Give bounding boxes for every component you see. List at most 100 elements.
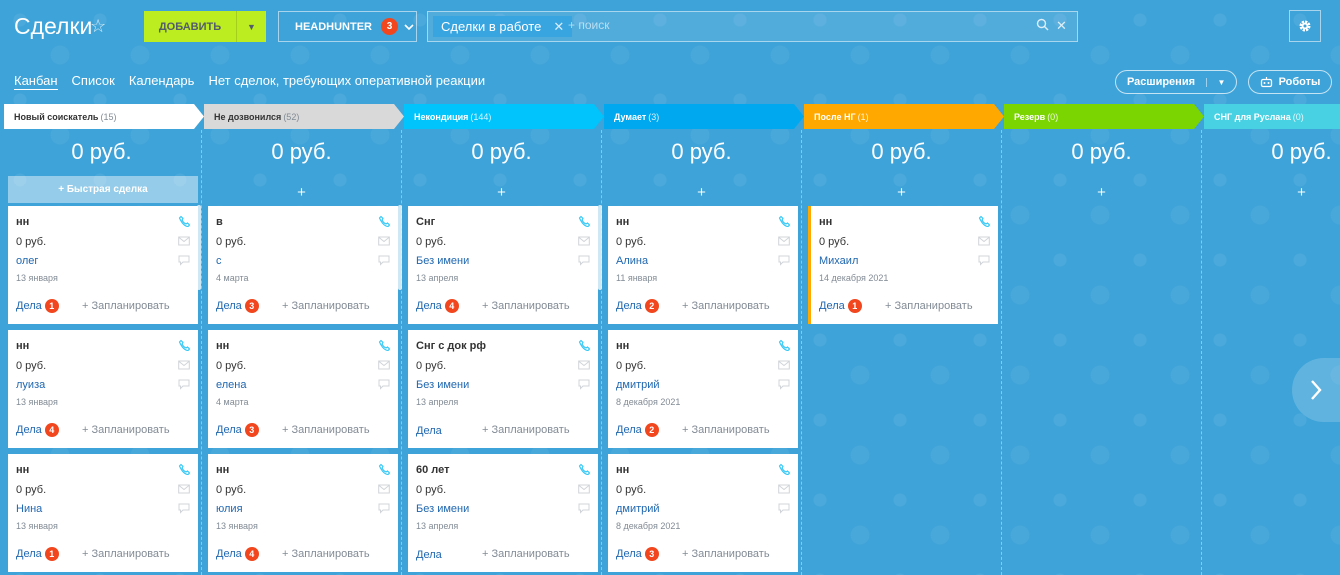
phone-icon[interactable]: [377, 214, 391, 228]
chat-icon[interactable]: [777, 501, 791, 515]
category-selector[interactable]: HEADHUNTER 3: [278, 11, 417, 42]
add-deal-button[interactable]: +: [404, 181, 599, 205]
chat-icon[interactable]: [977, 253, 991, 267]
contact-link[interactable]: Без имени: [416, 379, 469, 391]
deal-title[interactable]: нн: [16, 340, 29, 352]
deal-title[interactable]: нн: [16, 464, 29, 476]
activities-link[interactable]: Дела 2: [616, 299, 659, 313]
robots-button[interactable]: Роботы: [1248, 70, 1332, 94]
mail-icon[interactable]: [177, 234, 191, 248]
schedule-link[interactable]: + Запланировать: [282, 424, 370, 436]
phone-icon[interactable]: [577, 338, 591, 352]
phone-icon[interactable]: [377, 338, 391, 352]
contact-link[interactable]: елена: [216, 379, 246, 391]
phone-icon[interactable]: [777, 338, 791, 352]
phone-icon[interactable]: [577, 462, 591, 476]
schedule-link[interactable]: + Запланировать: [282, 300, 370, 312]
mail-icon[interactable]: [377, 482, 391, 496]
schedule-link[interactable]: + Запланировать: [482, 424, 570, 436]
activities-link[interactable]: Дела 3: [616, 547, 659, 561]
deal-card[interactable]: нн 0 руб. Алина 11 января Дела 2 + Запланирова…: [608, 206, 798, 324]
phone-icon[interactable]: [177, 214, 191, 228]
deal-title[interactable]: нн: [616, 216, 629, 228]
phone-icon[interactable]: [177, 462, 191, 476]
chat-icon[interactable]: [577, 253, 591, 267]
mail-icon[interactable]: [777, 482, 791, 496]
contact-link[interactable]: юлия: [216, 503, 243, 515]
mail-icon[interactable]: [977, 234, 991, 248]
deal-card[interactable]: нн 0 руб. дмитрий 8 декабря 2021 Дела 2 + Запл…: [608, 330, 798, 448]
deal-title[interactable]: Снг с док рф: [416, 340, 486, 352]
activities-link[interactable]: Дела 4: [16, 423, 59, 437]
deal-card[interactable]: нн 0 руб. Нина 13 января Дела 1 + Запланироват…: [8, 454, 198, 572]
search-icon[interactable]: [1036, 18, 1049, 31]
deal-title[interactable]: нн: [216, 340, 229, 352]
activities-link[interactable]: Дела: [416, 425, 442, 437]
activities-link[interactable]: Дела 1: [16, 547, 59, 561]
phone-icon[interactable]: [377, 462, 391, 476]
activities-link[interactable]: Дела 1: [819, 299, 862, 313]
schedule-link[interactable]: + Запланировать: [682, 300, 770, 312]
mail-icon[interactable]: [377, 234, 391, 248]
phone-icon[interactable]: [177, 338, 191, 352]
contact-link[interactable]: с: [216, 255, 222, 267]
deal-title[interactable]: Снг: [416, 216, 435, 228]
quick-deal-button[interactable]: + Быстрая сделка: [8, 176, 198, 203]
mail-icon[interactable]: [577, 234, 591, 248]
tab-list[interactable]: Список: [72, 73, 115, 90]
mail-icon[interactable]: [377, 358, 391, 372]
column-scrollbar[interactable]: [398, 205, 402, 290]
contact-link[interactable]: олег: [16, 255, 38, 267]
deal-card[interactable]: в 0 руб. с 4 марта Дела 3 + Запланировать: [208, 206, 398, 324]
activities-link[interactable]: Дела 3: [216, 423, 259, 437]
column-scrollbar[interactable]: [598, 205, 602, 290]
phone-icon[interactable]: [777, 214, 791, 228]
deal-title[interactable]: в: [216, 216, 223, 228]
column-scrollbar[interactable]: [197, 205, 201, 290]
add-deal-button[interactable]: +: [204, 181, 399, 205]
close-icon[interactable]: ✕: [553, 19, 564, 35]
deal-title[interactable]: нн: [616, 340, 629, 352]
filter-chip[interactable]: Сделки в работе ✕: [433, 16, 573, 37]
activities-link[interactable]: Дела 4: [216, 547, 259, 561]
tab-kanban[interactable]: Канбан: [14, 73, 58, 90]
search-input[interactable]: [568, 18, 998, 32]
tab-no-urgent-deals[interactable]: Нет сделок, требующих оперативной реакци…: [208, 73, 485, 90]
extensions-button[interactable]: Расширения ▼: [1115, 70, 1237, 94]
mail-icon[interactable]: [777, 358, 791, 372]
mail-icon[interactable]: [577, 482, 591, 496]
contact-link[interactable]: дмитрий: [616, 503, 660, 515]
deal-card[interactable]: 60 лет 0 руб. Без имени 13 апреля Дела + Запл…: [408, 454, 598, 572]
mail-icon[interactable]: [177, 482, 191, 496]
column-header[interactable]: Резерв (0): [1004, 104, 1204, 129]
activities-link[interactable]: Дела 2: [616, 423, 659, 437]
mail-icon[interactable]: [177, 358, 191, 372]
column-header[interactable]: Некондиция (144): [404, 104, 604, 129]
chat-icon[interactable]: [377, 253, 391, 267]
deal-title[interactable]: нн: [819, 216, 832, 228]
star-icon[interactable]: ☆: [90, 16, 106, 37]
deal-title[interactable]: нн: [216, 464, 229, 476]
schedule-link[interactable]: + Запланировать: [885, 300, 973, 312]
deal-card[interactable]: нн 0 руб. дмитрий 8 декабря 2021 Дела 3 + Запл…: [608, 454, 798, 572]
chat-icon[interactable]: [577, 377, 591, 391]
schedule-link[interactable]: + Запланировать: [482, 548, 570, 560]
chevron-down-icon[interactable]: ▼: [1206, 77, 1236, 87]
deal-card[interactable]: нн 0 руб. олег 13 января Дела 1 + Запланироват…: [8, 206, 198, 324]
chat-icon[interactable]: [177, 377, 191, 391]
deal-card[interactable]: Снг с док рф 0 руб. Без имени 13 апреля Дела…: [408, 330, 598, 448]
deal-card[interactable]: нн 0 руб. луиза 13 января Дела 4 + Запланирова…: [8, 330, 198, 448]
contact-link[interactable]: Без имени: [416, 255, 469, 267]
contact-link[interactable]: луиза: [16, 379, 45, 391]
chat-icon[interactable]: [377, 377, 391, 391]
schedule-link[interactable]: + Запланировать: [682, 424, 770, 436]
contact-link[interactable]: Алина: [616, 255, 648, 267]
contact-link[interactable]: Без имени: [416, 503, 469, 515]
chat-icon[interactable]: [177, 253, 191, 267]
add-deal-button[interactable]: +: [804, 181, 999, 205]
schedule-link[interactable]: + Запланировать: [82, 300, 170, 312]
settings-button[interactable]: [1289, 10, 1321, 42]
add-deal-button[interactable]: +: [604, 181, 799, 205]
add-button[interactable]: ДОБАВИТЬ ▼: [144, 11, 266, 42]
column-header[interactable]: Новый соискатель (15): [4, 104, 204, 129]
